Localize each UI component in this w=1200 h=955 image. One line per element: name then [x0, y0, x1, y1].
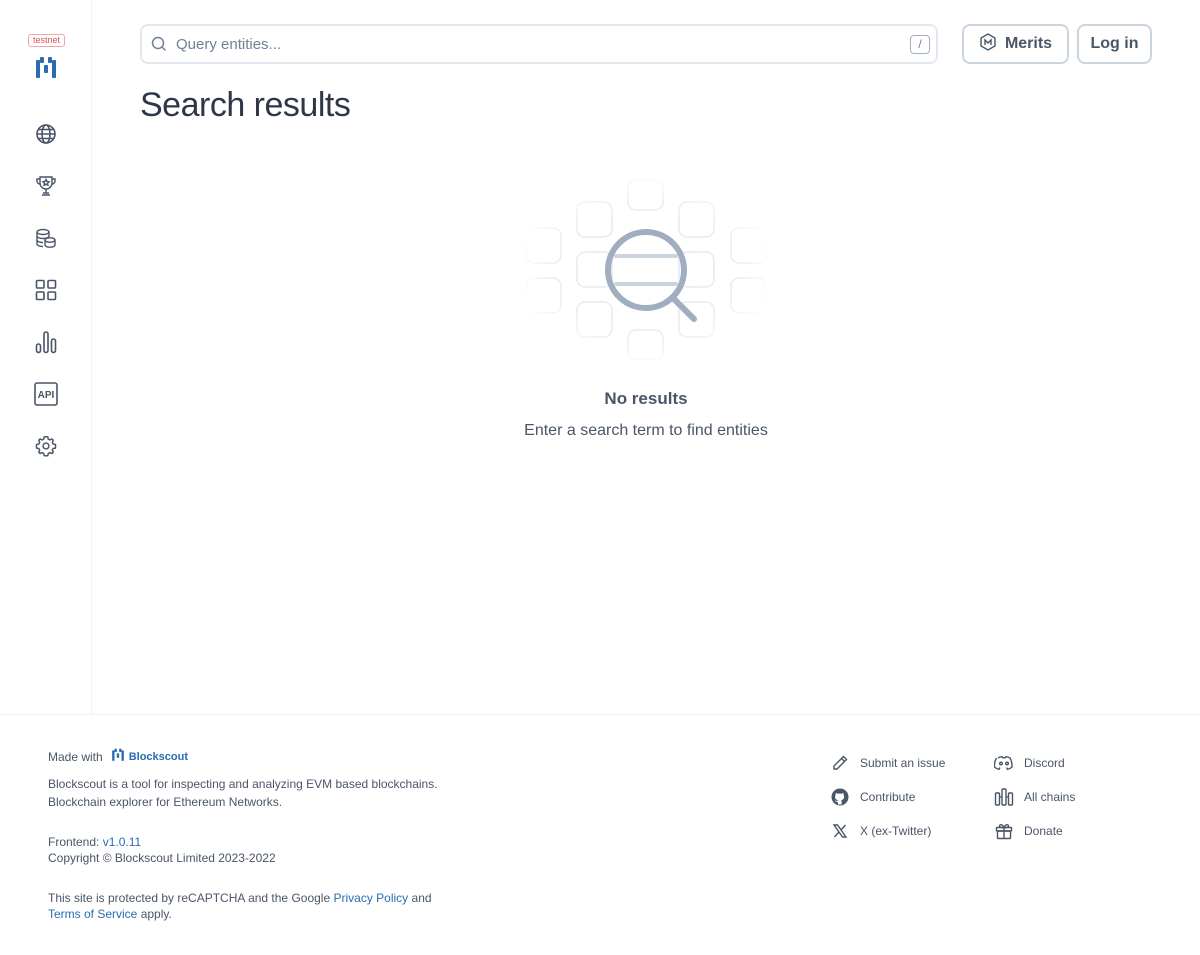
frontend-label: Frontend: [48, 835, 100, 849]
all-chains-label: All chains [1024, 790, 1076, 804]
search-input[interactable] [176, 26, 896, 62]
contribute-label: Contribute [860, 790, 916, 804]
gear-icon [35, 435, 57, 462]
nav-blockchain[interactable] [33, 123, 59, 149]
chains-icon [994, 787, 1014, 807]
contribute-link[interactable]: Contribute [830, 787, 990, 807]
copyright: Copyright © Blockscout Limited 2023-2022 [48, 851, 276, 865]
terms-of-service-link[interactable]: Terms of Service [48, 907, 137, 921]
search-shortcut-hint: / [910, 35, 930, 54]
nav-charts-stats[interactable] [33, 330, 59, 359]
discord-icon [994, 753, 1014, 773]
testnet-badge: testnet [28, 34, 65, 47]
discord-label: Discord [1024, 756, 1065, 770]
coins-icon [34, 226, 58, 255]
frontend-version-line: Frontend: v1.0.11 [48, 834, 276, 850]
empty-state-title: No results [604, 389, 688, 408]
merits-icon [979, 32, 997, 56]
submit-issue-label: Submit an issue [860, 756, 946, 770]
recaptcha-apply: apply. [140, 907, 172, 921]
donate-link[interactable]: Donate [994, 821, 1154, 841]
brand-name: Blockscout [128, 750, 188, 763]
privacy-policy-link[interactable]: Privacy Policy [333, 891, 408, 905]
trophy-icon [34, 174, 58, 203]
nav-tokens[interactable] [33, 227, 59, 253]
recaptcha-text: This site is protected by reCAPTCHA and … [48, 891, 331, 905]
empty-state-description: Enter a search term to find entities [524, 422, 768, 439]
blockscout-logo-icon [111, 748, 129, 765]
nav-rewards[interactable] [33, 175, 59, 201]
nav-other[interactable] [33, 435, 59, 461]
made-with: Made with Blockscout [48, 748, 188, 765]
all-chains-link[interactable]: All chains [994, 787, 1154, 807]
recaptcha-and: and [411, 891, 432, 905]
footer-description-line-1: Blockscout is a tool for inspecting and … [48, 777, 438, 791]
gift-icon [994, 821, 1014, 841]
recaptcha-notice: This site is protected by reCAPTCHA and … [48, 890, 432, 922]
footer-description: Blockscout is a tool for inspecting and … [48, 775, 438, 811]
merits-label: Merits [1004, 35, 1053, 52]
svg-text:API: API [38, 390, 55, 401]
github-icon [830, 787, 850, 807]
twitter-link[interactable]: X (ex-Twitter) [830, 821, 990, 841]
footer-version-info: Frontend: v1.0.11 Copyright © Blockscout… [48, 834, 276, 866]
discord-link[interactable]: Discord [994, 753, 1154, 773]
login-button[interactable]: Log in [1077, 24, 1152, 64]
api-icon: API [34, 381, 58, 411]
search-icon [151, 36, 167, 52]
nav-apps[interactable] [33, 279, 59, 305]
frontend-version-link[interactable]: v1.0.11 [103, 835, 141, 849]
blockscout-brand-link[interactable]: Blockscout [111, 748, 188, 765]
pencil-icon [830, 753, 850, 773]
search-bar[interactable]: / [140, 24, 938, 64]
submit-issue-link[interactable]: Submit an issue [830, 753, 990, 773]
x-twitter-icon [830, 821, 850, 841]
made-with-label: Made with [48, 749, 103, 764]
stats-icon [35, 330, 57, 359]
apps-grid-icon [35, 279, 57, 306]
blockscout-logo-icon[interactable] [34, 56, 58, 80]
page-title: Search results [140, 86, 351, 124]
empty-search-illustration [525, 179, 767, 361]
footer-description-line-2: Blockchain explorer for Ethereum Network… [48, 795, 283, 809]
donate-label: Donate [1024, 824, 1063, 838]
sidebar: testnet API [0, 0, 92, 714]
nav-api[interactable]: API [33, 381, 59, 411]
merits-button[interactable]: Merits [962, 24, 1069, 64]
twitter-label: X (ex-Twitter) [860, 824, 932, 838]
globe-icon [35, 123, 57, 150]
footer: Made with Blockscout Blockscout is a too… [0, 714, 1200, 955]
